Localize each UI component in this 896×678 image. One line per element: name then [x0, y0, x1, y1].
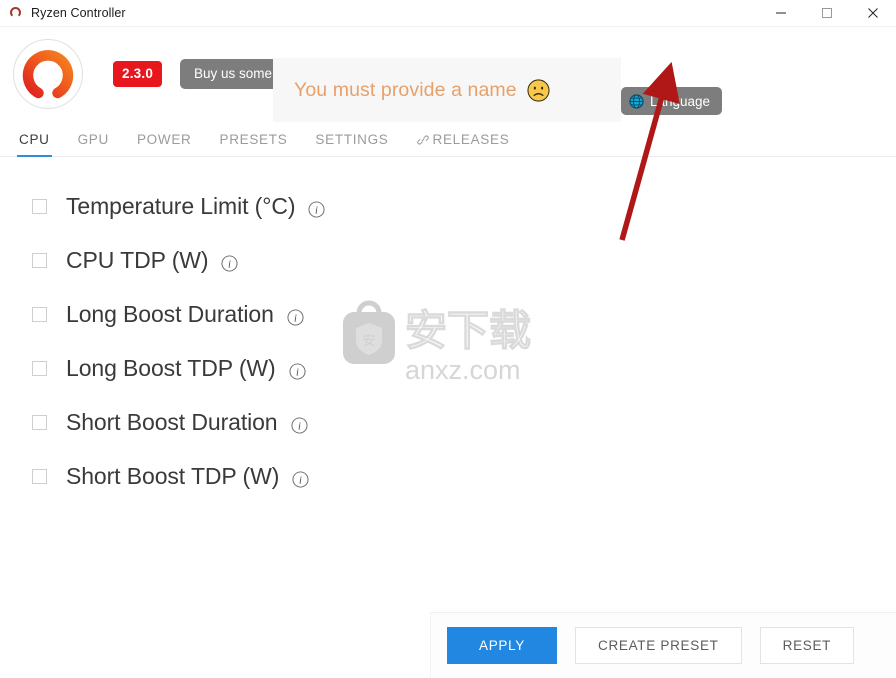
tab-releases[interactable]: RELEASES: [416, 132, 510, 156]
setting-label-cpu-tdp: CPU TDP (W): [66, 246, 209, 273]
setting-label-short-boost-tdp: Short Boost TDP (W): [66, 462, 280, 489]
notification-message: You must provide a name: [294, 78, 517, 101]
checkbox-long-boost-tdp[interactable]: [32, 360, 47, 376]
setting-label-long-boost-tdp: Long Boost TDP (W): [66, 354, 276, 381]
app-header: 2.3.0 Buy us some b Language You must pr…: [0, 27, 896, 122]
ryzen-controller-logo: [13, 39, 83, 109]
setting-row-short-boost-duration[interactable]: Short Boost Duration i: [0, 395, 896, 449]
tab-gpu[interactable]: GPU: [78, 132, 109, 156]
setting-row-temperature-limit[interactable]: Temperature Limit (°C) i: [0, 179, 896, 233]
tab-cpu[interactable]: CPU: [17, 132, 52, 157]
language-button-label: Language: [650, 93, 711, 109]
svg-text:i: i: [228, 259, 231, 270]
svg-text:i: i: [296, 367, 299, 378]
svg-text:i: i: [298, 421, 301, 432]
tab-gpu-label: GPU: [77, 132, 109, 147]
frowning-face-emoji: [527, 78, 550, 102]
version-badge: 2.3.0: [113, 61, 163, 87]
reset-button[interactable]: RESET: [759, 627, 855, 664]
setting-label-long-boost-duration: Long Boost Duration: [66, 300, 274, 327]
setting-label-short-boost-duration: Short Boost Duration: [66, 408, 278, 435]
tab-releases-label: RELEASES: [432, 132, 510, 147]
svg-text:i: i: [299, 475, 302, 486]
link-icon: [416, 134, 429, 146]
checkbox-short-boost-duration[interactable]: [32, 414, 47, 430]
cpu-settings-list: Temperature Limit (°C) i CPU TDP (W) i L…: [0, 157, 896, 503]
close-icon[interactable]: [850, 0, 896, 26]
checkbox-long-boost-duration[interactable]: [32, 306, 47, 322]
ryzen-logo-icon: [8, 5, 24, 21]
setting-row-cpu-tdp[interactable]: CPU TDP (W) i: [0, 233, 896, 287]
tab-presets[interactable]: PRESETS: [219, 132, 287, 156]
tab-power[interactable]: POWER: [137, 132, 192, 156]
info-icon[interactable]: i: [221, 254, 238, 272]
tab-cpu-label: CPU: [19, 132, 50, 147]
window-titlebar: Ryzen Controller: [0, 0, 896, 27]
setting-row-long-boost-duration[interactable]: Long Boost Duration i: [0, 287, 896, 341]
language-button[interactable]: Language: [621, 87, 723, 115]
tab-power-label: POWER: [136, 132, 192, 147]
info-icon[interactable]: i: [289, 362, 306, 380]
window-controls: [758, 0, 896, 26]
info-icon[interactable]: i: [292, 470, 309, 488]
svg-text:i: i: [294, 313, 297, 324]
globe-icon: [629, 93, 644, 109]
notification-toast: You must provide a name: [273, 58, 621, 122]
action-bar: APPLY CREATE PRESET RESET: [430, 612, 896, 678]
setting-label-temperature-limit: Temperature Limit (°C): [66, 192, 296, 219]
main-tabs: CPU GPU POWER PRESETS SETTINGS RELEASES: [0, 121, 896, 157]
tab-settings[interactable]: SETTINGS: [315, 132, 388, 156]
info-icon[interactable]: i: [287, 308, 304, 326]
checkbox-cpu-tdp[interactable]: [32, 252, 47, 268]
info-icon[interactable]: i: [308, 200, 325, 218]
checkbox-temperature-limit[interactable]: [32, 198, 47, 214]
checkbox-short-boost-tdp[interactable]: [32, 468, 47, 484]
window-title: Ryzen Controller: [31, 6, 126, 20]
create-preset-button[interactable]: CREATE PRESET: [575, 627, 742, 664]
tab-presets-label: PRESETS: [219, 132, 288, 147]
svg-text:i: i: [315, 205, 318, 216]
info-icon[interactable]: i: [290, 416, 308, 434]
setting-row-short-boost-tdp[interactable]: Short Boost TDP (W) i: [0, 449, 896, 503]
maximize-icon[interactable]: [804, 0, 850, 26]
tab-settings-label: SETTINGS: [315, 132, 389, 147]
setting-row-long-boost-tdp[interactable]: Long Boost TDP (W) i: [0, 341, 896, 395]
apply-button[interactable]: APPLY: [447, 627, 557, 664]
minimize-icon[interactable]: [758, 0, 804, 26]
